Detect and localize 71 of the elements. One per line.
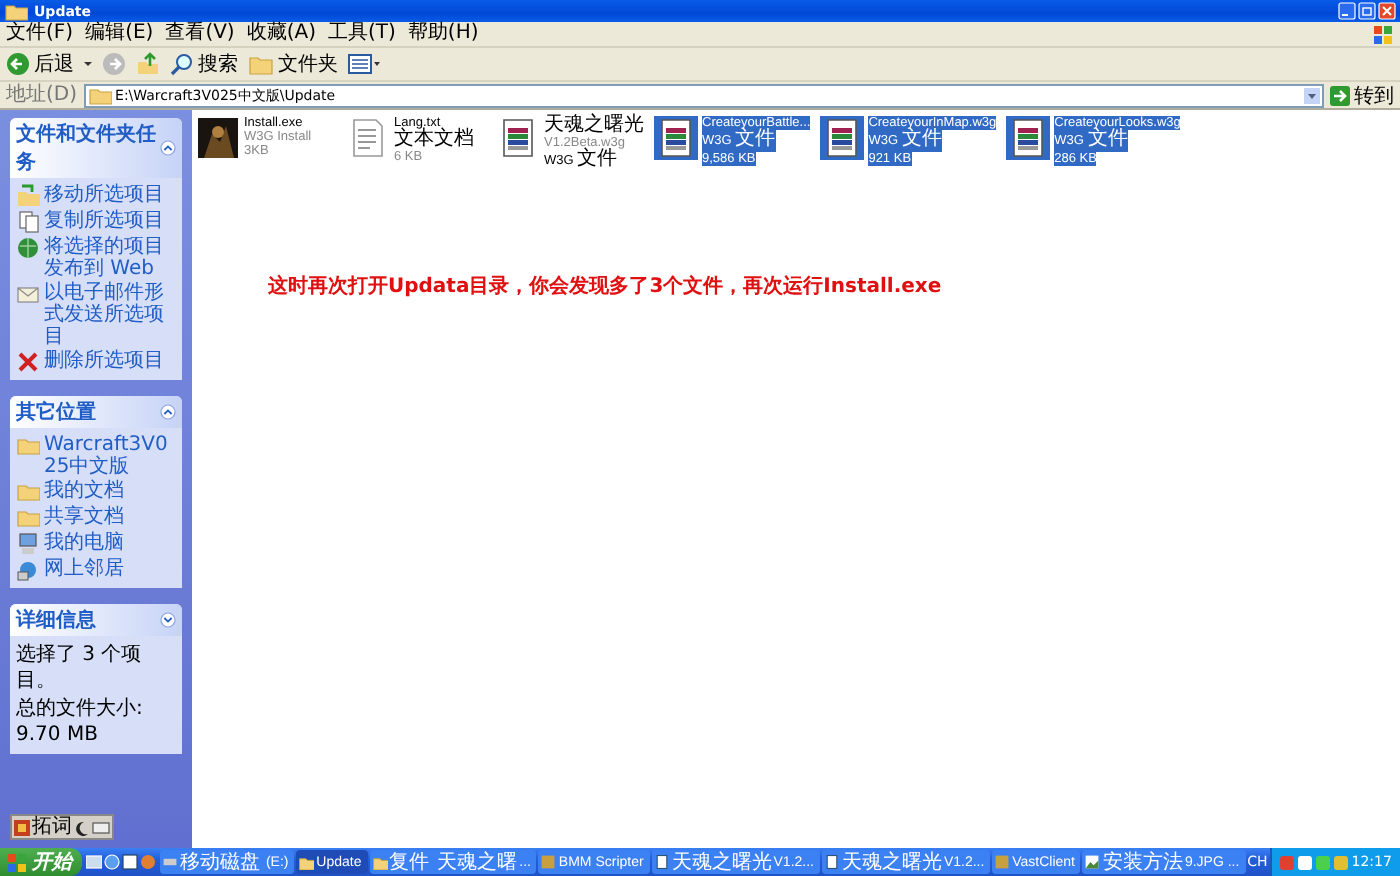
task-link[interactable]: 移动所选项目 [44,184,164,206]
text-file-icon [348,118,388,158]
close-icon[interactable] [1378,2,1396,20]
menu-item[interactable]: 工具(T) [328,22,396,46]
folder-icon [16,480,40,504]
image-icon [1084,854,1101,870]
task-link[interactable]: 网上邻居 [44,558,124,580]
back-button[interactable]: 后退 [6,50,74,78]
document-icon [823,854,840,870]
folder-icon [298,854,315,870]
chevron-icon[interactable] [160,612,176,628]
caret-icon[interactable] [84,62,92,66]
computer-icon [16,532,40,556]
file-type: 文本文档 [394,130,474,150]
restore-icon[interactable] [1358,2,1376,20]
dropdown-icon[interactable] [1304,87,1320,103]
archive-file-icon [656,118,696,158]
windows-logo-icon [6,851,28,873]
folder-icon [16,506,40,530]
folders-button[interactable]: 文件夹 [248,50,338,78]
task-link[interactable]: 删除所选项目 [44,350,164,372]
panel-title: 详细信息 [16,606,96,634]
go-button[interactable]: 转到 [1330,81,1394,109]
address-label: 地址(D) [6,83,78,107]
search-button[interactable]: 搜索 [170,50,238,78]
left-arrow-icon [6,52,30,76]
menu-item[interactable]: 查看(V) [165,22,235,46]
moon-icon[interactable] [74,819,90,835]
details-text: 选择了 3 个项目。 [16,642,144,694]
task-link[interactable]: 复制所选项目 [44,210,164,232]
pages-icon [16,210,40,234]
details-text: 总的文件大小: 9.70 MB [16,696,145,748]
chevron-icon[interactable] [160,140,176,156]
drive-icon [162,854,178,870]
menu-item[interactable]: 编辑(E) [85,22,154,46]
menu-item[interactable]: 收藏(A) [246,22,316,46]
right-arrow-icon [1330,85,1350,105]
task-link[interactable]: 我的文档 [44,480,124,502]
task-link[interactable]: Warcraft3V025中文版 [44,434,176,478]
archive-file-icon [498,118,538,158]
document-icon [653,854,670,870]
folder-icon [248,52,274,76]
panel-title: 其它位置 [16,398,96,426]
archive-file-icon [1008,118,1049,158]
envelope-icon [16,282,40,306]
start-button[interactable]: 开始 [0,848,82,876]
delete-icon [16,350,40,374]
task-link[interactable]: 以电子邮件形式发送所选项目 [44,282,176,348]
menu-item[interactable]: 帮助(H) [407,22,479,46]
folder-arrow-icon [16,184,40,208]
desktop-icon[interactable] [86,854,102,870]
task-link[interactable]: 我的电脑 [44,532,124,554]
menu-item[interactable]: 文件(F) [6,22,74,46]
archive-file-icon [822,118,863,158]
browser-icon[interactable] [104,854,120,870]
instruction-text: 这时再次打开Updata目录，你会发现多了3个文件，再次运行Install.exe [268,272,944,300]
panel-title: 文件和文件夹任务 [16,121,158,176]
views-icon[interactable] [348,54,380,74]
windows-logo-icon [1372,23,1394,45]
task-link[interactable]: 共享文档 [44,506,124,528]
task-link[interactable]: 将选择的项目发布到 Web [44,236,176,280]
folder-icon [16,434,40,458]
minimize-icon[interactable] [1338,2,1356,20]
search-icon [170,52,194,76]
up-folder-icon[interactable] [136,52,160,76]
program-icon [198,118,238,158]
toolbar-label: 拓词 [32,816,72,838]
folder-icon [371,854,388,870]
window-icon[interactable] [122,854,138,870]
file-name: 天魂之曙光 [544,116,644,136]
chevron-icon[interactable] [160,404,176,420]
